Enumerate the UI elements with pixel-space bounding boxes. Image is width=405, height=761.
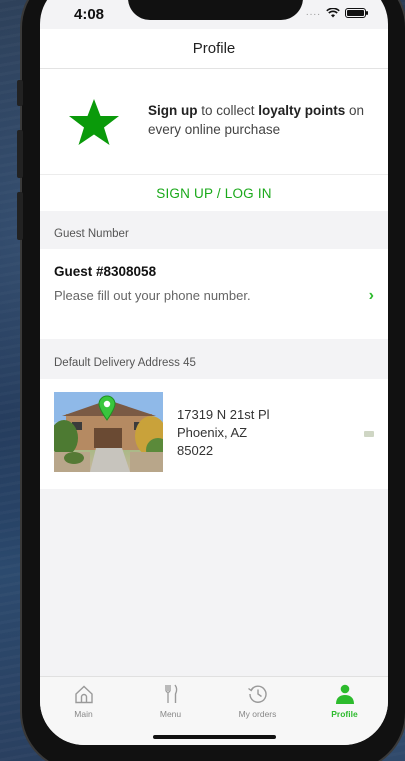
- edit-address-icon[interactable]: [364, 431, 374, 437]
- sign-up-login-button[interactable]: SIGN UP / LOG IN: [40, 175, 388, 211]
- map-pin-icon: [98, 395, 116, 421]
- address-line-3: 85022: [177, 443, 214, 458]
- loyalty-promo: Sign up to collect loyalty points on eve…: [40, 69, 388, 175]
- guest-number-row[interactable]: Guest #8308058 Please fill out your phon…: [40, 249, 388, 339]
- address-line-1: 17319 N 21st Pl: [177, 407, 270, 422]
- status-time: 4:08: [74, 6, 105, 23]
- guest-phone-prompt: Please fill out your phone number.: [54, 288, 251, 303]
- page-title: Profile: [40, 29, 388, 69]
- app-screen: 4:08 .... Profile Sign up to collect loy…: [40, 0, 388, 745]
- battery-icon: [345, 7, 368, 18]
- promo-loyalty-text: loyalty points: [258, 103, 346, 118]
- guest-number-label: Guest Number: [54, 228, 129, 240]
- delivery-address-label: Default Delivery Address 45: [54, 357, 196, 369]
- promo-text-mid: to collect: [197, 103, 259, 118]
- delivery-address-row[interactable]: 17319 N 21st Pl Phoenix, AZ 85022: [40, 379, 388, 489]
- promo-text: Sign up to collect loyalty points on eve…: [148, 101, 378, 139]
- promo-sign-up-text: Sign up: [148, 103, 198, 118]
- tab-main-label: Main: [74, 709, 93, 719]
- fork-knife-icon: [164, 684, 177, 703]
- history-clock-icon: [247, 685, 267, 703]
- wifi-icon: [326, 7, 340, 17]
- signal-dots-icon: ....: [305, 7, 321, 18]
- tab-main[interactable]: Main: [40, 677, 127, 745]
- person-icon: [335, 684, 354, 704]
- chevron-right-icon: ›: [368, 287, 374, 304]
- notch: [128, 0, 303, 20]
- guest-number-title: Guest #8308058: [54, 264, 157, 279]
- home-icon: [74, 685, 93, 704]
- mute-switch: [17, 80, 23, 106]
- home-indicator[interactable]: [153, 735, 276, 739]
- tab-my-orders-label: My orders: [238, 709, 277, 719]
- tab-profile[interactable]: Profile: [301, 677, 388, 745]
- star-icon: [69, 99, 119, 145]
- volume-up-button: [17, 130, 23, 178]
- address-text: 17319 N 21st Pl Phoenix, AZ 85022: [177, 406, 270, 460]
- volume-down-button: [17, 192, 23, 240]
- tab-menu-label: Menu: [159, 709, 182, 719]
- address-line-2: Phoenix, AZ: [177, 425, 248, 440]
- status-icons: ....: [305, 7, 368, 18]
- tab-profile-label: Profile: [331, 709, 358, 719]
- address-photo: [54, 392, 163, 472]
